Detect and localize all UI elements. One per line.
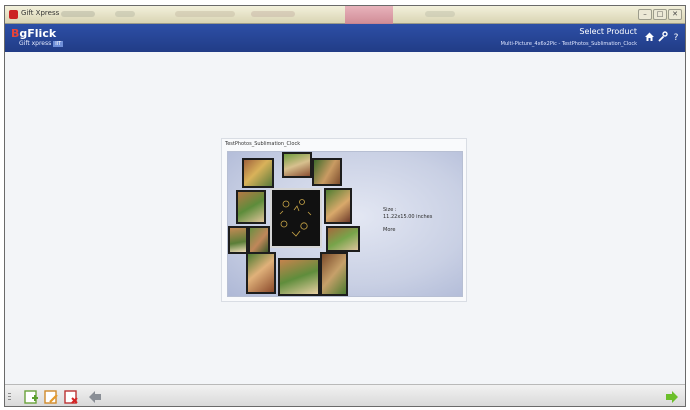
collage-photo[interactable] <box>236 190 266 224</box>
title-bar-tab[interactable] <box>251 11 295 17</box>
window-title-bar: Gift Xpress – □ ✕ <box>5 6 685 24</box>
collage-photo[interactable] <box>242 158 274 188</box>
app-logo: BgFlick <box>11 27 56 40</box>
product-info: Size : 11.22x15.00 inches More <box>383 207 432 234</box>
tools-icon[interactable] <box>656 31 668 45</box>
title-bar-tab[interactable] <box>61 11 95 17</box>
logo-subtitle: Gift xpress IIT <box>19 40 64 47</box>
main-content: TestPhotos_Sublimation_Clock Size: 11.2… <box>5 52 685 384</box>
size-label: Size : <box>383 207 397 213</box>
next-arrow-icon[interactable] <box>664 389 680 405</box>
app-window-icon <box>9 10 18 19</box>
collage-photo[interactable] <box>324 188 352 224</box>
maximize-button[interactable]: □ <box>653 9 667 20</box>
more-link[interactable]: More <box>383 227 432 234</box>
title-bar-tab[interactable] <box>175 11 235 17</box>
logo-subtitle-text: Gift xpress <box>19 40 52 47</box>
product-preview[interactable]: Size : 11.22x15.00 inches More <box>227 151 463 297</box>
product-title: TestPhotos_Sublimation_Clock <box>225 141 301 147</box>
logo-text: gFlick <box>19 27 57 40</box>
product-panel: TestPhotos_Sublimation_Clock Size: 11.2… <box>221 138 467 302</box>
breadcrumb: Multi-Picture_4x6x2Pic - TestPhotos_Subl… <box>500 41 637 47</box>
application-window: Gift Xpress – □ ✕ BgFlick Gift xpress IIT… <box>4 5 686 407</box>
help-icon[interactable]: ? <box>670 31 682 45</box>
edit-image-icon[interactable] <box>43 389 59 405</box>
bottom-toolbar <box>5 384 685 406</box>
collage-photo[interactable] <box>326 226 360 252</box>
collage-photo[interactable] <box>248 226 270 254</box>
select-product-link[interactable]: Select Product <box>579 27 637 36</box>
close-window-button[interactable]: ✕ <box>668 9 682 20</box>
size-value: 11.22x15.00 inches <box>383 214 433 220</box>
app-header: BgFlick Gift xpress IIT Select Product Mu… <box>5 24 685 52</box>
title-bar-tab[interactable] <box>115 11 135 17</box>
back-arrow-icon[interactable] <box>87 389 103 405</box>
minimize-button[interactable]: – <box>638 9 652 20</box>
logo-badge: IIT <box>53 41 64 47</box>
toolbar-grip <box>8 393 11 401</box>
collage-photo[interactable] <box>320 252 348 296</box>
collage-photo[interactable] <box>228 226 248 254</box>
home-icon[interactable] <box>643 31 655 45</box>
clock-face <box>270 188 322 248</box>
collage-photo[interactable] <box>282 152 312 178</box>
add-image-icon[interactable] <box>23 389 39 405</box>
collage-photo[interactable] <box>246 252 276 294</box>
title-bar-highlight <box>345 6 393 24</box>
window-title: Gift Xpress <box>21 9 60 17</box>
collage-photo[interactable] <box>312 158 342 186</box>
collage-photo[interactable] <box>278 258 320 296</box>
delete-image-icon[interactable] <box>63 389 79 405</box>
title-bar-tab[interactable] <box>425 11 455 17</box>
